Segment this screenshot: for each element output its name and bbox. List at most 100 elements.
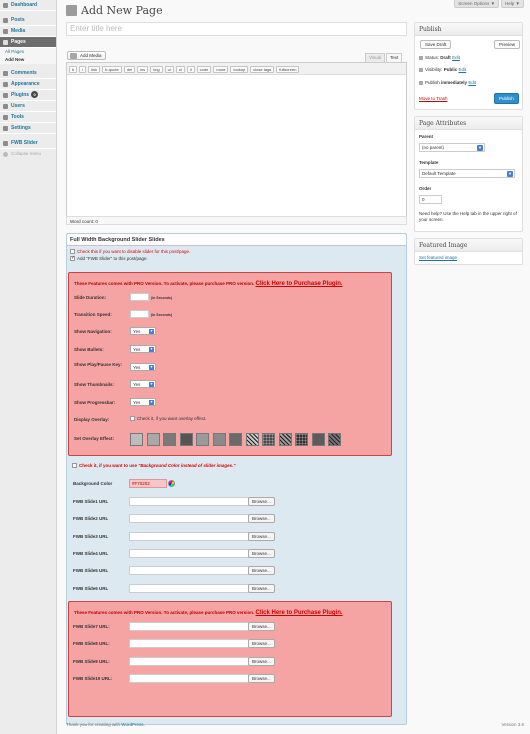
color-picker-icon[interactable] bbox=[168, 480, 175, 487]
pro-slide-url-input[interactable] bbox=[129, 622, 249, 631]
quicktag-code[interactable]: code bbox=[196, 66, 212, 73]
browse-button[interactable]: Browse... bbox=[248, 639, 275, 649]
menu-item-users[interactable]: Users bbox=[0, 101, 56, 112]
overlay-swatch[interactable] bbox=[311, 433, 325, 446]
checkbox[interactable] bbox=[70, 249, 75, 254]
overlay-swatch[interactable] bbox=[229, 433, 242, 446]
add-media-button[interactable]: Add Media bbox=[67, 51, 106, 60]
menu-item-dashboard[interactable]: Dashboard bbox=[0, 0, 56, 11]
quicktag-close-tags[interactable]: close tags bbox=[250, 66, 275, 73]
purchase-link[interactable]: Click Here to Purchase Plugin. bbox=[256, 610, 343, 616]
quicktag-ins[interactable]: ins bbox=[137, 66, 149, 73]
wordpress-link[interactable]: WordPress. bbox=[121, 722, 144, 727]
browse-button[interactable]: Browse... bbox=[248, 673, 275, 683]
browse-button[interactable]: Browse... bbox=[248, 656, 275, 666]
show-bullets-select[interactable]: Yes ▼ bbox=[130, 345, 156, 353]
tab-visual[interactable]: Visual bbox=[365, 53, 386, 62]
content-editor[interactable]: b i link b-quote del ins img ul ol li code more look… bbox=[66, 62, 407, 225]
menu-item-media[interactable]: Media bbox=[0, 26, 56, 37]
visibility-edit-link[interactable]: Edit bbox=[458, 67, 466, 72]
template-select[interactable]: Default Template ▼ bbox=[419, 169, 515, 178]
overlay-swatch[interactable] bbox=[179, 433, 193, 446]
overlay-swatch[interactable] bbox=[328, 433, 341, 446]
pro-slide-url-input[interactable] bbox=[129, 673, 249, 683]
checkbox[interactable] bbox=[72, 463, 77, 468]
quicktag-link[interactable]: link bbox=[88, 66, 101, 73]
submenu-add-new[interactable]: Add New bbox=[0, 56, 56, 64]
tab-text[interactable]: Text bbox=[386, 53, 403, 62]
browse-button[interactable]: Browse... bbox=[248, 622, 275, 631]
menu-item-appearance[interactable]: Appearance bbox=[0, 79, 56, 90]
quicktag-img[interactable]: img bbox=[150, 66, 163, 73]
overlay-swatch[interactable] bbox=[245, 433, 259, 446]
purchase-link[interactable]: Click Here to Purchase Plugin. bbox=[256, 281, 343, 287]
submenu-all-pages[interactable]: All Pages bbox=[0, 48, 56, 56]
show-thumbnails-select[interactable]: Yes ▼ bbox=[130, 380, 156, 388]
status-edit-link[interactable]: Edit bbox=[452, 55, 460, 60]
add-slider-check[interactable]: ✓ Add "FWB Slider" to this post/page. bbox=[70, 255, 148, 261]
browse-button[interactable]: Browse... bbox=[248, 531, 275, 541]
show-navigation-select[interactable]: Yes ▼ bbox=[130, 327, 156, 335]
overlay-swatch[interactable] bbox=[196, 433, 209, 446]
set-featured-image-link[interactable]: Set featured image bbox=[419, 255, 457, 260]
disable-slider-check[interactable]: Check this if you want to disable slider… bbox=[70, 249, 190, 254]
parent-select[interactable]: (no parent) ▼ bbox=[419, 143, 485, 152]
overlay-swatch[interactable] bbox=[163, 433, 176, 446]
menu-item-settings[interactable]: Settings bbox=[0, 123, 56, 134]
menu-item-fwb-slider[interactable]: FWB Slider bbox=[0, 138, 56, 149]
overlay-swatch[interactable] bbox=[262, 433, 275, 446]
overlay-swatch[interactable] bbox=[146, 433, 160, 446]
menu-item-plugins[interactable]: Plugins 0 bbox=[0, 90, 56, 101]
quicktag-b-quote[interactable]: b-quote bbox=[102, 66, 122, 73]
overlay-swatch[interactable] bbox=[278, 433, 292, 446]
slide-url-input[interactable] bbox=[129, 548, 249, 558]
slide-url-input[interactable] bbox=[129, 566, 249, 576]
menu-item-pages[interactable]: Pages bbox=[0, 37, 56, 48]
browse-button[interactable]: Browse... bbox=[248, 566, 275, 576]
browse-button[interactable]: Browse... bbox=[248, 514, 275, 524]
browse-button[interactable]: Browse... bbox=[248, 497, 275, 506]
browse-button[interactable]: Browse... bbox=[248, 583, 275, 593]
title-input[interactable]: Enter title here bbox=[66, 22, 407, 36]
quicktag-b[interactable]: b bbox=[69, 66, 78, 73]
screen-options-tab[interactable]: Screen Options ▼ bbox=[454, 0, 500, 8]
quicktag-li[interactable]: li bbox=[186, 66, 195, 73]
quicktag-i[interactable]: i bbox=[79, 66, 87, 73]
quicktag-lookup[interactable]: lookup bbox=[230, 66, 249, 73]
preview-button[interactable]: Preview bbox=[494, 40, 521, 49]
quicktag-del[interactable]: del bbox=[123, 66, 136, 73]
overlay-check[interactable]: Check it, if you want overlay effect. bbox=[130, 416, 206, 421]
show-progressbar-select[interactable]: Yes ▼ bbox=[130, 398, 156, 406]
move-to-trash-link[interactable]: Move to Trash bbox=[419, 96, 448, 101]
quicktag-ol[interactable]: ol bbox=[175, 66, 185, 73]
checkbox[interactable]: ✓ bbox=[70, 255, 75, 261]
slide-url-input[interactable] bbox=[129, 531, 249, 541]
menu-item-posts[interactable]: Posts bbox=[0, 15, 56, 26]
menu-item-comments[interactable]: Comments bbox=[0, 68, 56, 79]
order-input[interactable]: 0 bbox=[419, 195, 442, 204]
checkbox[interactable] bbox=[130, 416, 135, 421]
quicktag-fullscreen[interactable]: fullscreen bbox=[276, 66, 300, 73]
bgcolor-input[interactable]: #F70202 bbox=[129, 479, 167, 488]
bgcolor-check[interactable]: Check it, if you want to use "Background… bbox=[72, 463, 236, 468]
collapse-menu[interactable]: Collapse menu bbox=[0, 149, 56, 159]
overlay-swatch[interactable] bbox=[295, 433, 308, 446]
menu-item-tools[interactable]: Tools bbox=[0, 112, 56, 123]
slide-url-input[interactable] bbox=[129, 583, 249, 593]
overlay-swatch[interactable] bbox=[130, 433, 143, 446]
overlay-swatch[interactable] bbox=[212, 433, 226, 446]
slide-url-input[interactable] bbox=[129, 514, 249, 524]
quicktag-ul[interactable]: ul bbox=[164, 66, 174, 73]
pro-slide-url-input[interactable] bbox=[129, 656, 249, 666]
browse-button[interactable]: Browse... bbox=[248, 548, 275, 558]
slide-url-input[interactable] bbox=[129, 497, 249, 506]
publish-edit-link[interactable]: Edit bbox=[468, 80, 476, 85]
help-tab[interactable]: Help ▼ bbox=[501, 0, 524, 8]
slide-duration-input[interactable] bbox=[130, 293, 149, 301]
quicktag-more[interactable]: more bbox=[213, 66, 229, 73]
publish-button[interactable]: Publish bbox=[494, 93, 519, 104]
show-playpause-select[interactable]: Yes ▼ bbox=[130, 363, 156, 371]
transition-speed-input[interactable] bbox=[130, 310, 149, 318]
save-draft-button[interactable]: Save Draft bbox=[420, 40, 452, 49]
pro-slide-url-input[interactable] bbox=[129, 639, 249, 649]
